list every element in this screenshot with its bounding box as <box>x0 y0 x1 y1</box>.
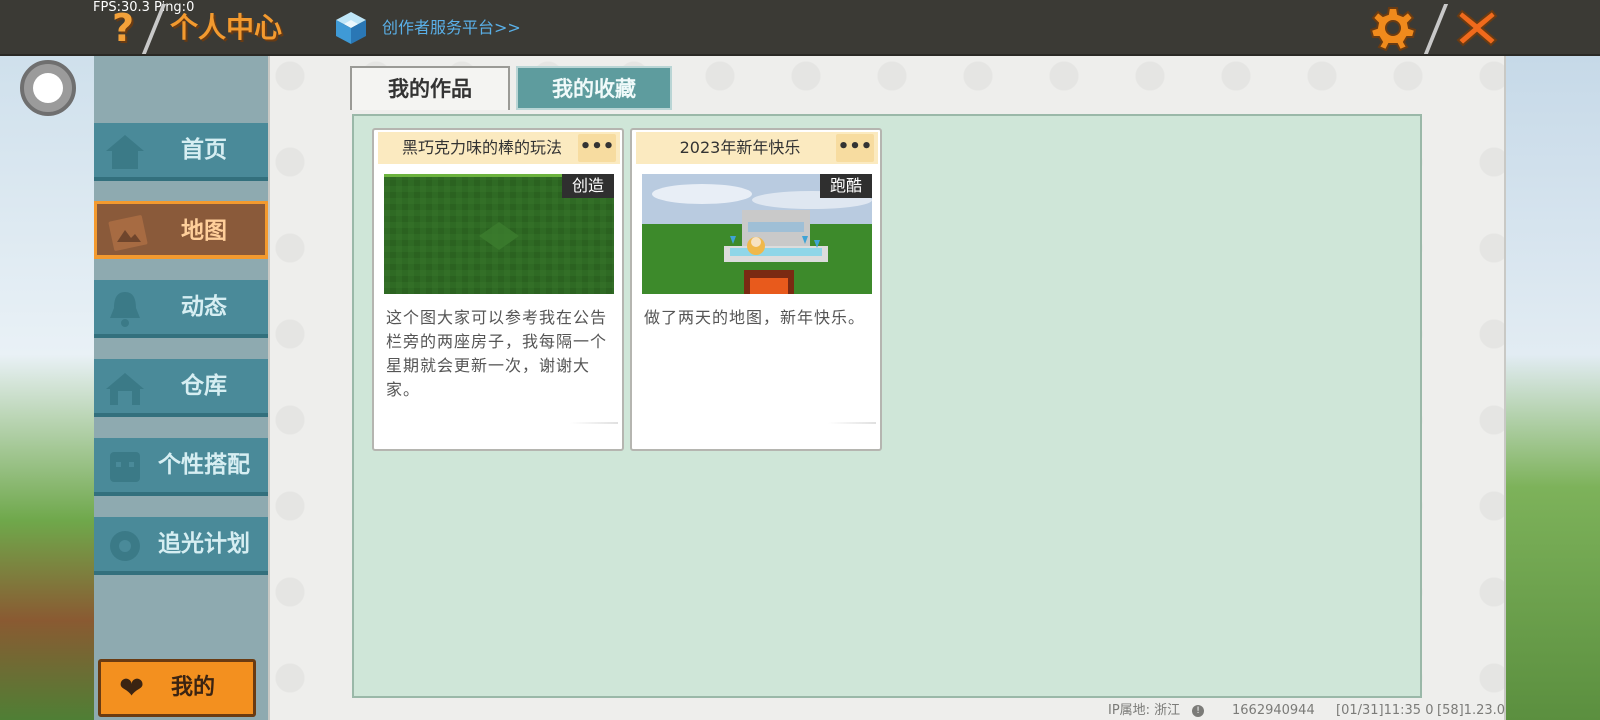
creator-platform-link[interactable]: 创作者服务平台>> <box>382 14 521 42</box>
card-description: 这个图大家可以参考我在公告栏旁的两座房子，我每隔一个星期就会更新一次，谢谢大家。 <box>386 308 608 399</box>
card-title: 2023年新年快乐 <box>679 138 801 157</box>
game-background-right <box>1506 56 1600 720</box>
sidebar-item-label: 个性搭配 <box>158 452 250 478</box>
sidebar-item-label: 追光计划 <box>158 531 250 557</box>
close-icon[interactable] <box>1454 5 1500 51</box>
tab-my-favorites[interactable]: 我的收藏 <box>516 66 672 110</box>
sidebar-item-map[interactable]: 地图 <box>94 201 268 259</box>
card-description: 做了两天的地图，新年快乐。 <box>644 308 866 327</box>
sidebar-item-warehouse[interactable]: 仓库 <box>94 359 268 417</box>
card-header: 2023年新年快乐 ••• <box>636 132 878 164</box>
sidebar-item-home[interactable]: 首页 <box>94 123 268 181</box>
sidebar-item-chase-light[interactable]: 追光计划 <box>94 517 268 575</box>
sidebar-item-outfit[interactable]: 个性搭配 <box>94 438 268 496</box>
map-thumbnail[interactable]: 跑酷 <box>642 174 872 294</box>
cube-icon[interactable] <box>334 10 368 46</box>
version: [58]1.23.0 <box>1437 703 1506 718</box>
more-options-icon[interactable]: ••• <box>578 134 616 162</box>
heart-icon: ❤ <box>119 671 145 706</box>
sidebar-item-label: 动态 <box>181 294 227 320</box>
tab-my-works[interactable]: 我的作品 <box>350 66 510 110</box>
map-card[interactable]: 2023年新年快乐 ••• 跑酷 做了两天的地图，新年快乐。 <box>630 128 882 451</box>
sidebar-item-label: 仓库 <box>181 373 227 399</box>
more-options-icon[interactable]: ••• <box>836 134 874 162</box>
sidebar-item-activity[interactable]: 动态 <box>94 280 268 338</box>
game-background-left <box>0 56 94 720</box>
map-card[interactable]: 黑巧克力味的棒的玩法 ••• 创造 这个图大家可以参考我在公告栏旁的两座房子，我… <box>372 128 624 451</box>
card-title: 黑巧克力味的棒的玩法 <box>401 138 562 157</box>
card-divider <box>378 422 618 424</box>
sidebar-item-label: 地图 <box>181 218 227 244</box>
page-title: 个人中心 <box>170 11 283 44</box>
settings-gear-icon[interactable] <box>1370 5 1416 51</box>
map-category-tag: 跑酷 <box>820 174 872 198</box>
user-id: 1662940944 <box>1232 703 1315 718</box>
ip-location: IP属地: 浙江 <box>1108 703 1181 718</box>
my-button-label: 我的 <box>171 675 216 700</box>
timestamp: [01/31]11:35 0 <box>1336 703 1434 718</box>
map-category-tag: 创造 <box>562 174 614 198</box>
card-divider <box>636 422 876 424</box>
help-icon[interactable]: ? <box>105 6 141 50</box>
map-thumbnail[interactable]: 创造 <box>384 174 614 294</box>
sidebar-item-label: 首页 <box>181 137 227 163</box>
record-button[interactable] <box>20 60 76 116</box>
my-button[interactable]: ❤ 我的 <box>98 659 256 717</box>
info-icon[interactable]: ! <box>1192 705 1204 717</box>
card-header: 黑巧克力味的棒的玩法 ••• <box>378 132 620 164</box>
